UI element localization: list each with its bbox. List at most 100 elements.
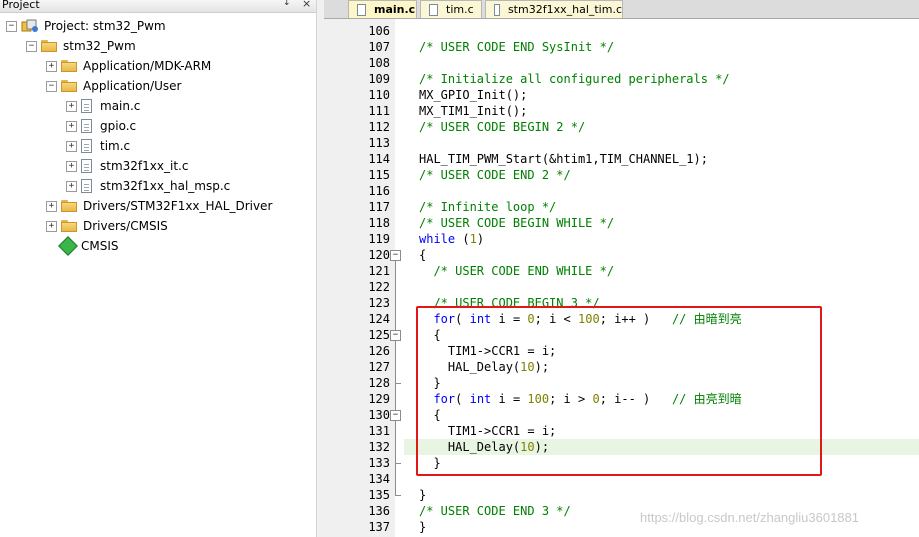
tree-item[interactable]: + stm32f1xx_hal_msp.c (66, 176, 230, 196)
pin-icon[interactable]: ↓ (283, 0, 291, 8)
collapse-icon[interactable]: − (46, 80, 57, 92)
target-icon (41, 40, 57, 52)
cmsis-gem-icon (58, 236, 78, 256)
tree-item[interactable]: + stm32f1xx_it.c (66, 156, 188, 176)
code-token: 1 (469, 232, 477, 246)
tree-item-label: stm32_Pwm (63, 39, 136, 53)
expand-icon[interactable]: + (46, 220, 57, 232)
code-token: /* Infinite loop */ (419, 200, 557, 214)
line-number: 113 (368, 136, 390, 150)
line-number: 115 (368, 168, 390, 182)
line-number: 122 (368, 280, 390, 294)
close-icon[interactable]: × (302, 0, 311, 10)
code-line[interactable]: } (419, 487, 426, 503)
fold-collapse-icon[interactable]: − (390, 250, 401, 261)
code-line[interactable]: while (1) (419, 231, 484, 247)
expand-icon[interactable]: + (66, 120, 77, 132)
line-number: 137 (368, 520, 390, 534)
line-number: 116 (368, 184, 390, 198)
tree-item-label: Drivers/STM32F1xx_HAL_Driver (83, 199, 273, 213)
expand-icon[interactable]: + (66, 140, 77, 152)
tree-item[interactable]: + tim.c (66, 136, 130, 156)
line-number: 125 (368, 328, 390, 342)
line-number: 111 (368, 104, 390, 118)
line-number: 136 (368, 504, 390, 518)
file-icon (81, 99, 92, 113)
file-icon (357, 3, 366, 16)
expand-icon[interactable]: + (46, 200, 57, 212)
tree-item[interactable]: − stm32_Pwm (26, 36, 136, 56)
code-line[interactable]: /* Infinite loop */ (419, 199, 556, 215)
tree-item[interactable]: + gpio.c (66, 116, 136, 136)
tree-item[interactable]: + Drivers/CMSIS (46, 216, 168, 236)
code-line[interactable]: { (419, 247, 426, 263)
code-token: /* Initialize all configured peripherals… (419, 72, 730, 86)
line-number: 133 (368, 456, 390, 470)
line-number: 119 (368, 232, 390, 246)
tree-item-label: CMSIS (81, 239, 119, 253)
line-number: 130 (368, 408, 390, 422)
tree-item-label: main.c (100, 99, 141, 113)
expand-icon[interactable]: + (66, 160, 77, 172)
line-number: 109 (368, 72, 390, 86)
code-line[interactable]: /* USER CODE END 2 */ (419, 167, 571, 183)
code-token: /* USER CODE END WHILE */ (419, 264, 615, 278)
tree-item-label: tim.c (100, 139, 131, 153)
line-number: 108 (368, 56, 390, 70)
expand-icon[interactable]: + (66, 100, 77, 112)
tree-item-label: Drivers/CMSIS (83, 219, 168, 233)
tab-label: stm32f1xx_hal_tim.c (507, 3, 622, 16)
file-icon (494, 3, 500, 16)
fold-line (395, 341, 396, 383)
collapse-icon[interactable]: − (6, 20, 17, 32)
file-icon (429, 3, 438, 16)
project-panel: Project ↓ × − Project: stm32_Pwm − stm32_Pw… (0, 0, 317, 537)
tab-tim-c[interactable]: tim.c (420, 0, 482, 18)
file-icon (81, 179, 92, 193)
folder-icon (61, 200, 77, 212)
code-line[interactable]: /* Initialize all configured peripherals… (419, 71, 730, 87)
tab-stm32f1xx-hal-tim-c[interactable]: stm32f1xx_hal_tim.c (485, 0, 623, 18)
code-line[interactable]: /* USER CODE BEGIN WHILE */ (419, 215, 614, 231)
code-line[interactable]: } (419, 519, 426, 535)
line-number: 123 (368, 296, 390, 310)
code-token: } (419, 488, 427, 502)
code-line[interactable]: /* USER CODE END SysInit */ (419, 39, 614, 55)
tree-item[interactable]: CMSIS (46, 236, 119, 256)
fold-collapse-icon[interactable]: − (390, 330, 401, 341)
tree-item[interactable]: − Application/User (46, 76, 181, 96)
expand-icon[interactable]: + (46, 60, 57, 72)
code-token: /* USER CODE END 2 */ (419, 168, 571, 182)
line-number: 110 (368, 88, 390, 102)
code-token: /* USER CODE END SysInit */ (419, 40, 615, 54)
code-line[interactable]: MX_TIM1_Init(); (419, 103, 527, 119)
code-token: /* USER CODE BEGIN 2 */ (419, 120, 586, 134)
code-line[interactable]: HAL_TIM_PWM_Start(&htim1,TIM_CHANNEL_1); (419, 151, 708, 167)
project-panel-title: Project (2, 0, 40, 11)
folder-icon (61, 80, 77, 92)
expand-icon[interactable]: + (66, 180, 77, 192)
collapse-icon[interactable]: − (26, 40, 37, 52)
line-number: 126 (368, 344, 390, 358)
tree-item[interactable]: + Application/MDK-ARM (46, 56, 211, 76)
file-icon (81, 119, 92, 133)
tree-item[interactable]: − Project: stm32_Pwm (6, 16, 166, 36)
code-token: { (419, 248, 427, 262)
tab-label: main.c (374, 3, 416, 16)
tree-item-label: gpio.c (100, 119, 137, 133)
tree-item[interactable]: + main.c (66, 96, 140, 116)
tab-main-c[interactable]: main.c (348, 0, 417, 18)
code-token: while (419, 232, 456, 246)
line-number: 121 (368, 264, 390, 278)
tree-item-label: Project: stm32_Pwm (44, 19, 166, 33)
code-line[interactable]: /* USER CODE BEGIN 2 */ (419, 119, 585, 135)
code-line[interactable]: /* USER CODE END 3 */ (419, 503, 571, 519)
code-token: HAL_TIM_PWM_Start(&htim1,TIM_CHANNEL_1); (419, 152, 708, 166)
code-line[interactable]: MX_GPIO_Init(); (419, 87, 527, 103)
editor-tabbar: main.c tim.c stm32f1xx_hal_tim.c (324, 0, 919, 19)
tree-item[interactable]: + Drivers/STM32F1xx_HAL_Driver (46, 196, 272, 216)
fold-line (395, 421, 396, 463)
code-token: ( (455, 232, 470, 246)
fold-collapse-icon[interactable]: − (390, 410, 401, 421)
code-line[interactable]: /* USER CODE END WHILE */ (419, 263, 614, 279)
